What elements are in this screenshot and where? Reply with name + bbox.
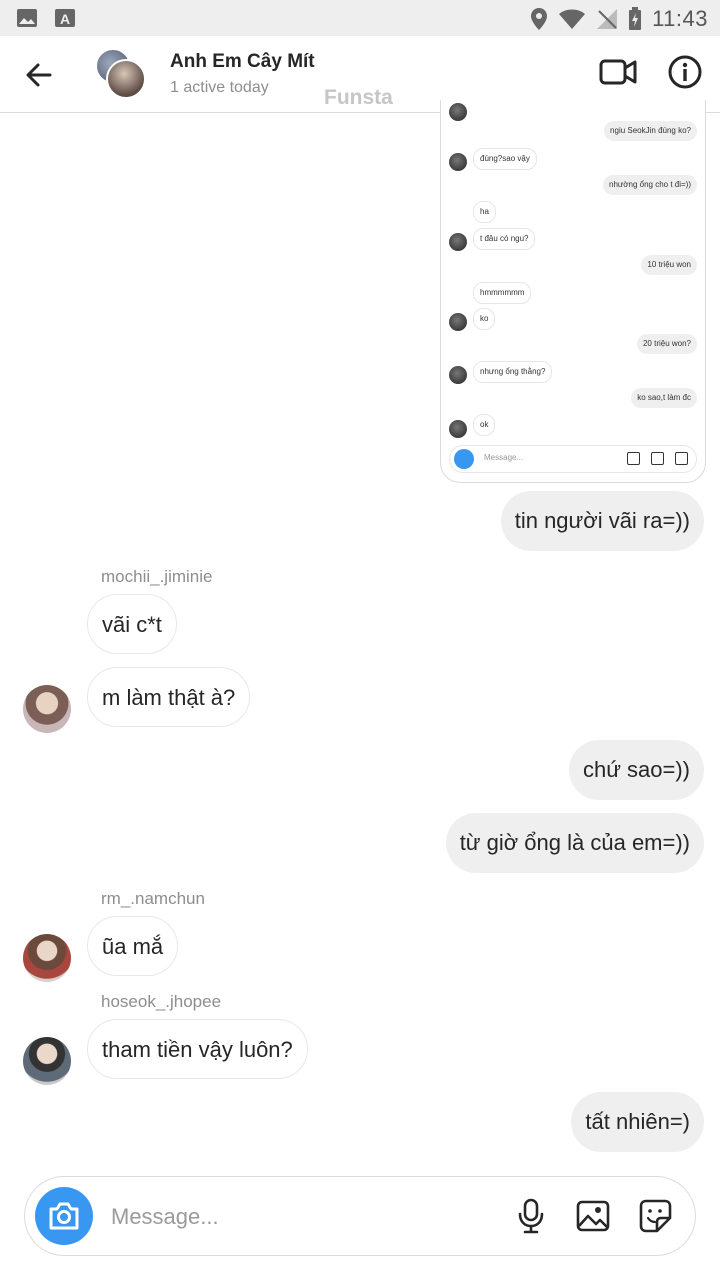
mini-message: ha [473, 201, 496, 223]
incoming-message[interactable]: ũa mắ [87, 916, 179, 976]
microphone-icon[interactable] [512, 1197, 550, 1235]
shared-image[interactable]: ngiu SeokJin đúng ko? đúng?sao vậy nhườn… [440, 100, 706, 483]
mini-avatar [449, 233, 467, 251]
sender-name: hoseok_.jhopee [101, 992, 222, 1011]
mini-composer: Message... [449, 445, 697, 473]
message-input[interactable] [109, 1197, 493, 1237]
mini-message: hmmmmmm [473, 282, 532, 304]
battery-charging-icon [629, 7, 642, 30]
status-bar: A 11:43 [0, 0, 720, 36]
camera-icon [49, 1202, 79, 1230]
image-icon [17, 9, 37, 27]
mini-composer-icons [627, 452, 688, 465]
mini-message: 10 triệu won [641, 255, 697, 275]
group-avatar-front [106, 59, 146, 99]
incoming-message[interactable]: vãi c*t [87, 594, 177, 654]
chat-title[interactable]: Anh Em Cây Mít [170, 51, 315, 73]
mini-avatar [449, 103, 467, 121]
mini-avatar [449, 366, 467, 384]
mini-message: ko [473, 308, 496, 330]
mini-message: ko sao,t làm đc [631, 388, 697, 408]
mini-avatar [449, 420, 467, 438]
mini-message: nhưng ổng thằng? [473, 361, 553, 383]
svg-text:A: A [60, 11, 70, 27]
incoming-message[interactable]: tham tiền vậy luôn? [87, 1019, 308, 1079]
mini-message: 20 triệu won? [636, 334, 697, 354]
avatar[interactable] [23, 685, 71, 733]
mini-placeholder: Message... [484, 453, 524, 462]
clock: 11:43 [652, 6, 708, 31]
sender-name: rm_.namchun [101, 889, 205, 908]
mini-mic-icon [627, 452, 640, 465]
mini-camera-icon [454, 449, 474, 469]
text-a-icon: A [55, 9, 75, 27]
wifi-icon [559, 9, 586, 29]
message-composer [24, 1176, 696, 1256]
mini-message: đúng?sao vậy [473, 148, 537, 170]
avatar[interactable] [23, 1037, 71, 1085]
location-icon [531, 8, 548, 30]
active-status: 1 active today [170, 79, 269, 96]
gallery-icon[interactable] [574, 1197, 612, 1235]
info-icon[interactable] [667, 54, 703, 90]
mini-avatar [449, 153, 467, 171]
no-signal-icon [597, 9, 618, 29]
mini-message: ok [473, 414, 496, 436]
mini-gallery-icon [651, 452, 664, 465]
mini-message: ngiu SeokJin đúng ko? [604, 121, 697, 141]
outgoing-message[interactable]: tất nhiên=) [571, 1092, 704, 1152]
watermark: Funsta [324, 86, 393, 109]
mini-sticker-icon [675, 452, 688, 465]
outgoing-message[interactable]: từ giờ ổng là của em=)) [445, 813, 704, 873]
mini-message: t đâu có ngu? [473, 228, 536, 250]
outgoing-message[interactable]: tin người vãi ra=)) [500, 491, 704, 551]
group-avatar[interactable] [95, 48, 147, 99]
sticker-icon[interactable] [636, 1197, 674, 1235]
back-arrow-icon[interactable] [22, 58, 56, 92]
avatar[interactable] [23, 934, 71, 982]
mini-avatar [449, 313, 467, 331]
mini-message: nhường ổng cho t đi=)) [603, 175, 697, 195]
camera-button[interactable] [35, 1187, 93, 1245]
incoming-message[interactable]: m làm thật à? [87, 667, 251, 727]
outgoing-message[interactable]: chứ sao=)) [568, 740, 704, 800]
sender-name: mochii_.jiminie [101, 567, 213, 586]
video-call-icon[interactable] [598, 54, 638, 90]
